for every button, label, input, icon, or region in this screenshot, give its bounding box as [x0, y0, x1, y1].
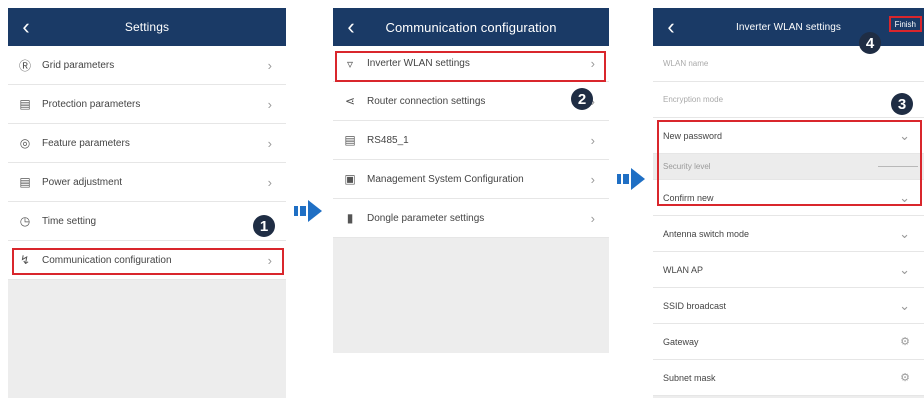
step-badge-4: 4 — [859, 32, 881, 54]
communication-icon: ↯ — [19, 253, 31, 267]
rs485-icon: ▤ — [344, 133, 356, 147]
settings-item-grid-parameters[interactable]: Ⓡ Grid parameters › — [8, 46, 286, 85]
chevron-right-icon: › — [590, 210, 595, 226]
wlan-item-label: SSID broadcast — [663, 300, 727, 311]
wlan-item-wlan-name[interactable]: WLAN name — [653, 46, 924, 82]
comm-item-inverter-wlan-settings[interactable]: ▿ Inverter WLAN settings › — [333, 46, 609, 82]
settings-item-label: Power adjustment — [42, 176, 123, 188]
settings-item-power-adjustment[interactable]: ▤ Power adjustment › — [8, 163, 286, 202]
wifi-icon: ▿ — [346, 56, 354, 71]
page-title: Communication configuration — [385, 19, 557, 35]
step-badge-2: 2 — [571, 88, 593, 110]
chevron-right-icon: › — [267, 96, 272, 112]
power-icon: ▤ — [19, 175, 31, 189]
feature-icon: ◎ — [19, 136, 31, 150]
communication-list: ▿ Inverter WLAN settings › ⋖ Router conn… — [333, 46, 609, 238]
wlan-item-label: Gateway — [663, 336, 699, 347]
chevron-right-icon: › — [590, 171, 595, 187]
wlan-item-label: Security level — [663, 162, 711, 171]
comm-item-label: Inverter WLAN settings — [367, 58, 470, 69]
chevron-right-icon: › — [267, 57, 272, 73]
chevron-right-icon: › — [267, 174, 272, 190]
wlan-item-label: WLAN AP — [663, 264, 704, 275]
grid-icon: Ⓡ — [18, 58, 31, 73]
comm-item-dongle-parameter-settings[interactable]: ▮ Dongle parameter settings › — [333, 199, 609, 238]
step-badge-1: 1 — [253, 215, 275, 237]
wlan-item-ssid-broadcast[interactable]: SSID broadcast ⌄ — [653, 288, 924, 324]
settings-list: Ⓡ Grid parameters › ▤ Protection paramet… — [8, 46, 286, 280]
wlan-item-encryption-mode[interactable]: Encryption mode — [653, 82, 924, 118]
chevron-down-icon: ⌄ — [899, 225, 910, 241]
settings-topbar: ‹ Settings — [8, 8, 286, 46]
finish-button[interactable]: Finish — [888, 16, 922, 32]
wlan-item-label: Encryption mode — [663, 95, 724, 104]
wlan-item-gateway[interactable]: Gateway ⚙ — [653, 324, 924, 360]
chevron-down-icon: ⌄ — [899, 127, 910, 143]
wlan-item-label: WLAN name — [663, 59, 709, 68]
dongle-icon: ▮ — [346, 211, 354, 225]
settings-screen: ‹ Settings Ⓡ Grid parameters › ▤ Protect… — [8, 8, 286, 398]
wlan-item-label: Antenna switch mode — [663, 228, 750, 239]
settings-item-communication-configuration[interactable]: ↯ Communication configuration › — [8, 241, 286, 280]
settings-item-label: Grid parameters — [42, 59, 115, 71]
back-icon[interactable]: ‹ — [339, 8, 363, 46]
gear-icon[interactable]: ⚙ — [900, 335, 910, 348]
chevron-down-icon: ⌄ — [899, 261, 910, 277]
security-level-meter — [878, 166, 918, 167]
comm-item-router-connection-settings[interactable]: ⋖ Router connection settings › — [333, 82, 609, 121]
chevron-right-icon: › — [590, 56, 595, 71]
step-badge-3: 3 — [891, 93, 913, 115]
back-icon[interactable]: ‹ — [14, 8, 38, 46]
settings-item-label: Time setting — [42, 215, 97, 227]
settings-item-label: Communication configuration — [42, 254, 172, 266]
wlan-item-subnet-mask[interactable]: Subnet mask ⚙ — [653, 360, 924, 396]
inverter-wlan-settings-screen: ‹ Inverter WLAN settings Finish WLAN nam… — [653, 8, 924, 398]
page-title: Settings — [124, 20, 170, 34]
comm-item-label: RS485_1 — [367, 134, 409, 146]
wlan-item-security-level: Security level — [653, 154, 924, 180]
arrow-right-icon — [617, 168, 645, 190]
settings-item-protection-parameters[interactable]: ▤ Protection parameters › — [8, 85, 286, 124]
comm-item-label: Dongle parameter settings — [367, 212, 485, 224]
settings-item-feature-parameters[interactable]: ◎ Feature parameters › — [8, 124, 286, 163]
wlan-settings-list: WLAN name Encryption mode New password ⌄… — [653, 46, 924, 396]
comm-item-rs485-1[interactable]: ▤ RS485_1 › — [333, 121, 609, 160]
chevron-down-icon: ⌄ — [899, 189, 910, 205]
settings-item-time-setting[interactable]: ◷ Time setting › — [8, 202, 286, 241]
settings-item-label: Feature parameters — [42, 137, 130, 149]
arrow-right-icon — [294, 200, 322, 222]
wlan-item-label: Subnet mask — [663, 372, 716, 383]
wlan-item-label: Confirm new — [663, 192, 714, 203]
monitor-icon: ▣ — [344, 172, 356, 186]
wlan-item-label: New password — [663, 130, 723, 141]
wlan-item-wlan-ap[interactable]: WLAN AP ⌄ — [653, 252, 924, 288]
communication-topbar: ‹ Communication configuration — [333, 8, 609, 46]
page-title: Inverter WLAN settings — [735, 21, 841, 33]
protection-icon: ▤ — [19, 97, 31, 111]
chevron-down-icon: ⌄ — [899, 297, 910, 313]
settings-item-label: Protection parameters — [42, 98, 141, 110]
back-icon[interactable]: ‹ — [659, 8, 683, 46]
chevron-right-icon: › — [590, 132, 595, 148]
gear-icon[interactable]: ⚙ — [900, 371, 910, 384]
wlan-item-confirm-new[interactable]: Confirm new ⌄ — [653, 180, 924, 216]
comm-item-label: Management System Configuration — [367, 173, 524, 185]
clock-icon: ◷ — [19, 214, 31, 228]
communication-configuration-screen: ‹ Communication configuration ▿ Inverter… — [333, 8, 609, 353]
chevron-right-icon: › — [267, 252, 272, 268]
share-icon: ⋖ — [344, 94, 356, 108]
chevron-right-icon: › — [267, 135, 272, 151]
comm-item-label: Router connection settings — [367, 95, 486, 107]
wlan-topbar: ‹ Inverter WLAN settings Finish — [653, 8, 924, 46]
wlan-item-antenna-switch-mode[interactable]: Antenna switch mode ⌄ — [653, 216, 924, 252]
comm-item-management-system-configuration[interactable]: ▣ Management System Configuration › — [333, 160, 609, 199]
wlan-item-new-password[interactable]: New password ⌄ — [653, 118, 924, 154]
